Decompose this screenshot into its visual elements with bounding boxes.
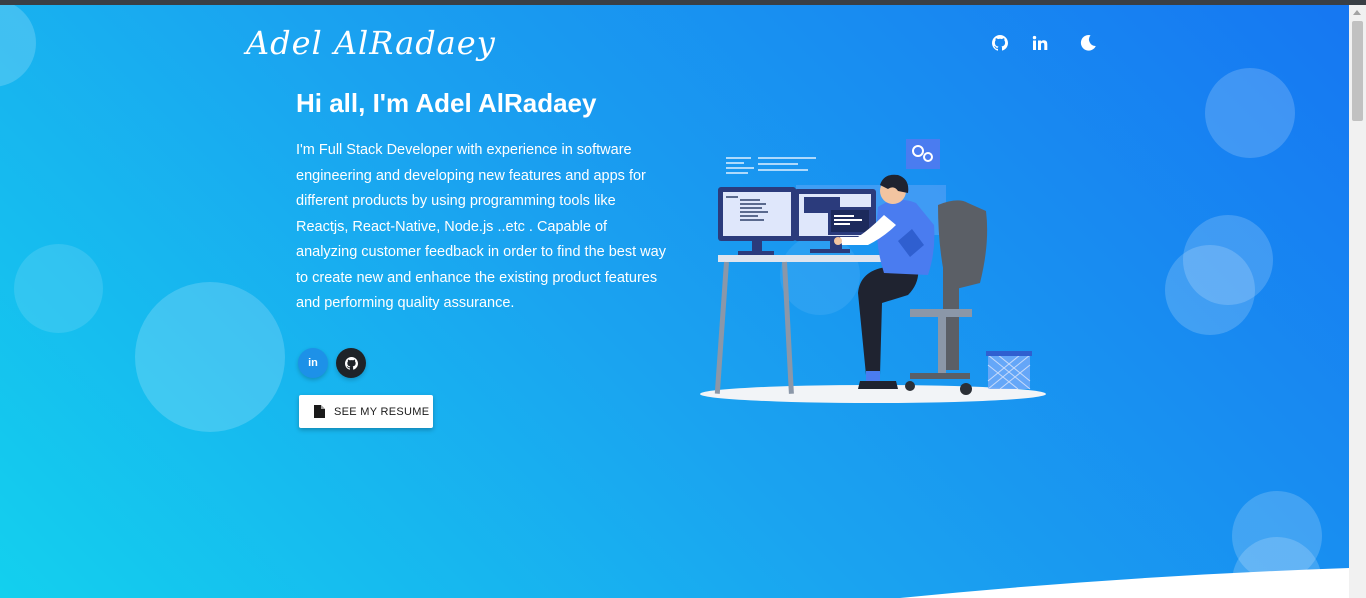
header-nav	[988, 31, 1100, 55]
github-icon[interactable]	[988, 31, 1012, 55]
linkedin-icon: in	[308, 357, 318, 369]
decor-bubble	[1165, 245, 1255, 335]
moon-icon[interactable]	[1076, 31, 1100, 55]
see-my-resume-button[interactable]: SEE MY RESUME	[299, 395, 433, 428]
decor-bubble	[135, 282, 285, 432]
decor-bubble	[14, 244, 103, 333]
social-links: in	[298, 348, 366, 378]
hero-headline: Hi all, I'm Adel AlRadaey	[296, 88, 597, 118]
bottom-wave	[900, 568, 1349, 598]
decor-bubble	[0, 5, 36, 87]
decor-bubble	[1205, 68, 1295, 158]
github-icon	[344, 356, 358, 370]
site-logo[interactable]: Adel AlRadaey	[246, 21, 495, 65]
resume-button-label: SEE MY RESUME	[334, 405, 430, 418]
hero-section: Adel AlRadaey Hi all, I'm Adel AlRadaey …	[0, 5, 1349, 598]
github-button[interactable]	[336, 348, 366, 378]
developer-illustration	[700, 139, 1046, 403]
scrollbar[interactable]	[1349, 5, 1366, 598]
scroll-thumb[interactable]	[1352, 21, 1363, 121]
document-icon	[314, 405, 325, 418]
linkedin-icon[interactable]	[1028, 31, 1052, 55]
linkedin-button[interactable]: in	[298, 348, 328, 378]
scroll-up-arrow-icon[interactable]	[1353, 10, 1361, 15]
hero-intro: I'm Full Stack Developer with experience…	[296, 142, 666, 311]
